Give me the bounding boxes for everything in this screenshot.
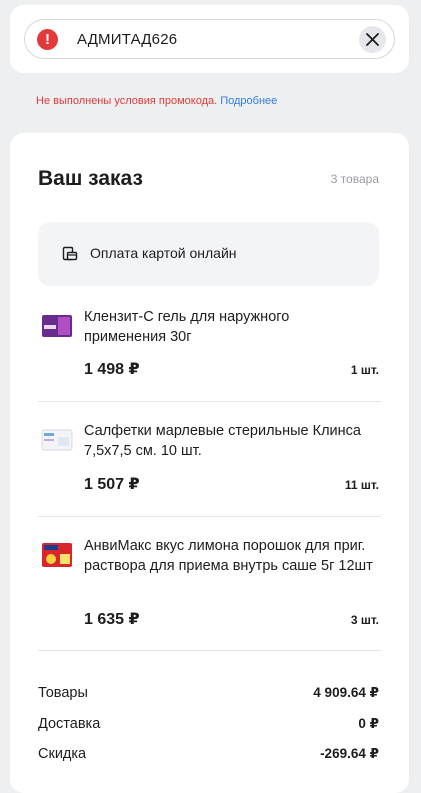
payment-method[interactable]: Оплата картой онлайн (38, 222, 379, 286)
clear-promo-button[interactable] (359, 26, 386, 53)
promo-error-message: Не выполнены условия промокода. Подробне… (36, 95, 277, 107)
summary-goods-label: Товары (38, 685, 88, 701)
product-quantity: 3 шт. (350, 613, 379, 627)
divider (38, 516, 381, 517)
card-payment-icon (62, 246, 78, 261)
order-card: Ваш заказ 3 товара Оплата картой онлайн … (10, 133, 409, 793)
summary-discount-label: Скидка (38, 746, 87, 762)
payment-method-label: Оплата картой онлайн (90, 245, 237, 261)
promo-code-value: АДМИТАД626 (77, 31, 178, 48)
product-image[interactable] (40, 540, 74, 570)
promo-code-input[interactable]: ! АДМИТАД626 (24, 19, 395, 59)
order-title: Ваш заказ (38, 167, 143, 190)
product-quantity: 1 шт. (350, 363, 379, 377)
divider (38, 650, 381, 651)
summary-goods-value: 4 909.64 ₽ (313, 685, 379, 700)
summary-delivery-label: Доставка (38, 716, 101, 732)
promo-card: ! АДМИТАД626 (10, 5, 409, 73)
product-price: 1 498 ₽ (84, 361, 140, 378)
product-image[interactable] (40, 311, 74, 341)
promo-more-link[interactable]: Подробнее (220, 95, 277, 107)
summary-discount-value: -269.64 ₽ (320, 746, 379, 761)
product-quantity: 11 шт. (344, 478, 379, 492)
summary-delivery-value: 0 ₽ (358, 716, 379, 731)
close-icon (366, 33, 379, 46)
product-name[interactable]: Клензит-С гель для наружного применения … (84, 307, 374, 347)
product-name[interactable]: Салфетки марлевые стерильные Клинса 7,5х… (84, 421, 374, 461)
order-item-count: 3 товара (330, 172, 379, 186)
divider (38, 401, 381, 402)
error-icon: ! (37, 29, 58, 50)
product-price: 1 635 ₽ (84, 611, 140, 628)
promo-error-text: Не выполнены условия промокода. (36, 95, 218, 107)
product-image[interactable] (40, 425, 74, 455)
product-price: 1 507 ₽ (84, 476, 140, 493)
product-name[interactable]: АнвиМакс вкус лимона порошок для приг. р… (84, 536, 374, 576)
